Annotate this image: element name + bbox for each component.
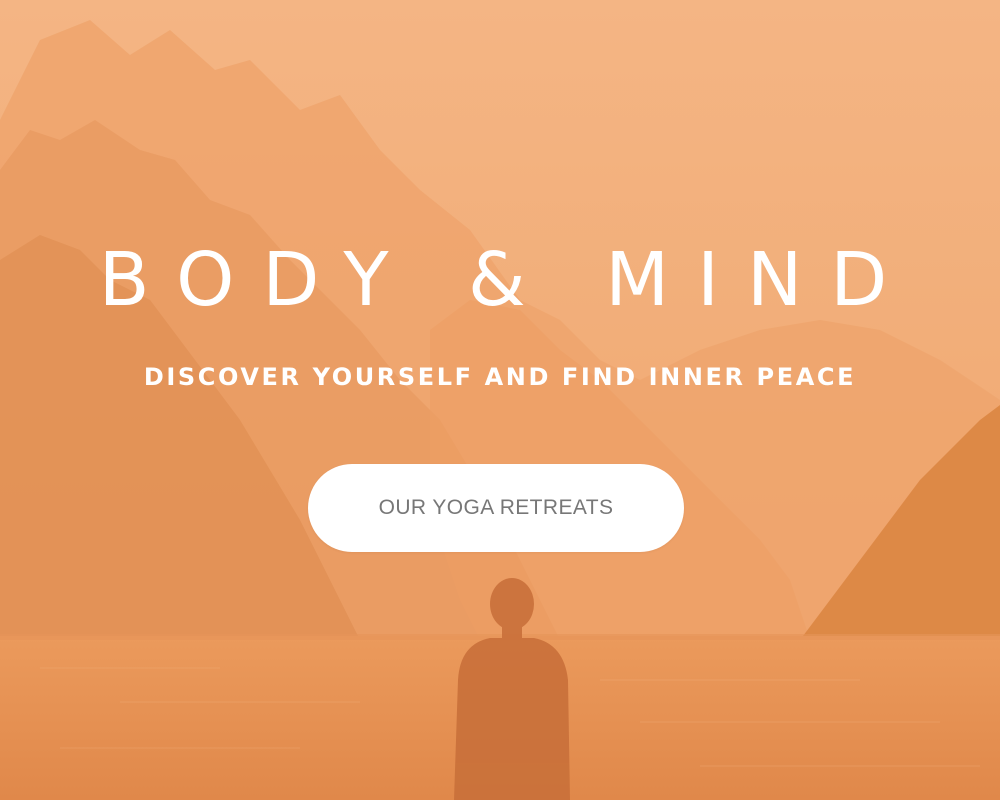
yoga-retreats-button[interactable]: OUR YOGA RETREATS: [308, 464, 684, 552]
hero-subtitle: DISCOVER YOURSELF AND FIND INNER PEACE: [143, 363, 857, 391]
hero-section: BODY & MIND DISCOVER YOURSELF AND FIND I…: [0, 0, 1000, 800]
hero-content: BODY & MIND DISCOVER YOURSELF AND FIND I…: [0, 0, 1000, 800]
hero-title: BODY & MIND: [98, 237, 916, 323]
